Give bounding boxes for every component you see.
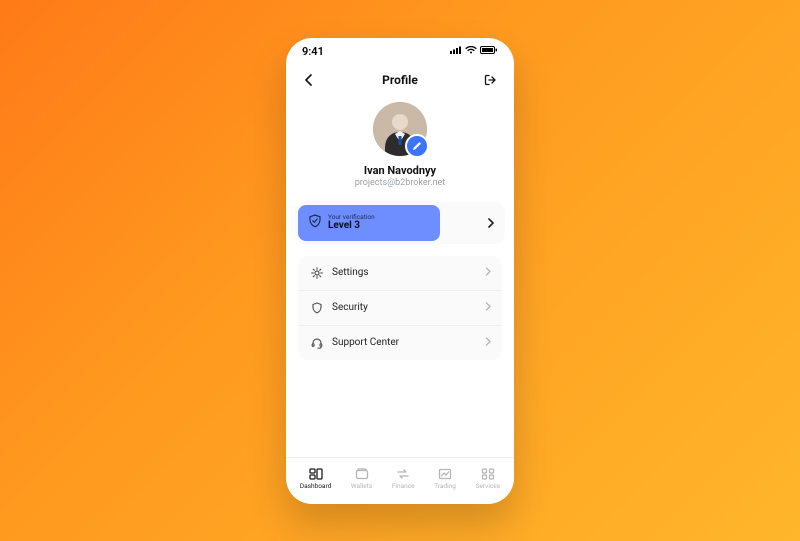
verification-badge: Your verification Level 3 [298, 205, 440, 241]
status-bar: 9:41 [286, 38, 514, 66]
logout-icon [484, 74, 498, 86]
page-title: Profile [382, 73, 418, 87]
grid-icon [480, 467, 496, 481]
user-name: Ivan Navodnyy [364, 164, 436, 177]
tab-label: Services [476, 482, 501, 490]
status-icons [450, 46, 498, 57]
tab-label: Dashboard [300, 482, 331, 490]
transfer-icon [395, 467, 411, 481]
chart-icon [437, 467, 453, 481]
verification-level: Level 3 [328, 221, 375, 232]
shield-icon [310, 301, 324, 315]
shield-check-icon [308, 213, 322, 232]
menu-label: Security [332, 302, 368, 313]
menu-label: Settings [332, 267, 369, 278]
gradient-background: 9:41 Profile [0, 0, 800, 541]
chevron-left-icon [304, 74, 314, 86]
tab-dashboard[interactable]: Dashboard [300, 467, 331, 490]
tab-finance[interactable]: Finance [392, 467, 415, 490]
menu-list: Settings Security Support Center [298, 256, 502, 360]
avatar-container [373, 102, 427, 156]
tab-label: Trading [434, 482, 456, 490]
wifi-icon [465, 46, 477, 57]
edit-avatar-button[interactable] [405, 134, 429, 158]
tab-label: Finance [392, 482, 415, 490]
dashboard-icon [308, 467, 324, 481]
verification-card[interactable]: Your verification Level 3 [295, 202, 505, 244]
content: Ivan Navodnyy projects@b2broker.net Your… [286, 98, 514, 462]
nav-bar: Profile [286, 68, 514, 92]
menu-item-support[interactable]: Support Center [298, 325, 502, 360]
clock: 9:41 [302, 45, 324, 58]
pencil-icon [412, 141, 422, 151]
logout-button[interactable] [482, 71, 500, 89]
tab-bar: Dashboard Wallets Finance Trading Servic… [286, 457, 514, 504]
tab-wallets[interactable]: Wallets [351, 467, 372, 490]
tab-label: Wallets [351, 482, 372, 490]
chevron-right-icon [485, 337, 492, 349]
signal-icon [450, 46, 462, 57]
chevron-right-icon [485, 267, 492, 279]
menu-item-security[interactable]: Security [298, 290, 502, 325]
menu-item-settings[interactable]: Settings [298, 256, 502, 290]
tab-services[interactable]: Services [476, 467, 501, 490]
headset-icon [310, 336, 324, 350]
tab-trading[interactable]: Trading [434, 467, 456, 490]
back-button[interactable] [300, 71, 318, 89]
phone-frame: 9:41 Profile [286, 38, 514, 504]
gear-icon [310, 266, 324, 280]
chevron-right-icon [487, 213, 495, 232]
user-email: projects@b2broker.net [355, 178, 446, 188]
battery-icon [480, 46, 498, 57]
menu-label: Support Center [332, 337, 399, 348]
wallet-icon [354, 467, 370, 481]
chevron-right-icon [485, 302, 492, 314]
